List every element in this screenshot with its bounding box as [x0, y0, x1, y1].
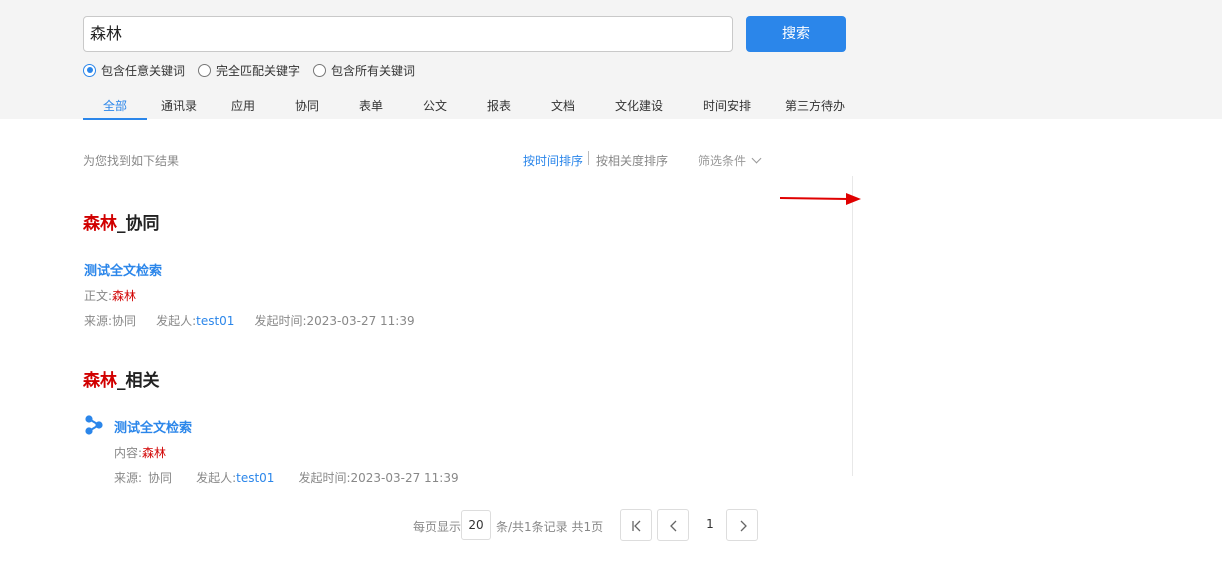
initiator-value[interactable]: test01 [236, 471, 274, 485]
tab-documents[interactable]: 文档 [531, 94, 595, 120]
section-keyword: 森林 [83, 214, 117, 234]
result-meta-line: 来源:协同 发起人:test01 发起时间:2023-03-27 11:39 [84, 312, 415, 329]
time-label: 发起时间: [298, 471, 351, 485]
workflow-icon [85, 415, 103, 435]
first-page-icon [632, 520, 641, 532]
annotation-arrow-icon [780, 193, 861, 205]
source-value: 协同 [112, 314, 137, 328]
search-input[interactable]: 森林 [83, 16, 733, 52]
tab-forms[interactable]: 表单 [339, 94, 403, 120]
tab-reports[interactable]: 报表 [467, 94, 531, 120]
radio-unchecked-icon [313, 63, 327, 77]
per-page-label: 每页显示 [413, 520, 462, 534]
content-label: 内容: [114, 446, 143, 460]
next-page-button[interactable] [726, 509, 758, 541]
section-title-related: 森林_相关 [83, 366, 160, 391]
source-label: 来源: [84, 314, 113, 328]
section-suffix: _相关 [117, 371, 160, 391]
sort-by-time-link[interactable]: 按时间排序 [523, 152, 583, 169]
result-meta-line: 来源: 协同 发起人:test01 发起时间:2023-03-27 11:39 [114, 469, 459, 486]
filter-dropdown[interactable]: 筛选条件 [698, 152, 762, 169]
current-page-number[interactable]: 1 [700, 517, 720, 531]
match-all-radio[interactable]: 包含所有关键词 [313, 62, 415, 79]
tab-schedule[interactable]: 时间安排 [683, 94, 771, 120]
tab-third-party-todo[interactable]: 第三方待办 [771, 94, 859, 120]
results-side-divider [852, 176, 853, 476]
filter-label: 筛选条件 [698, 154, 747, 168]
result-title-link[interactable]: 测试全文检索 [114, 417, 192, 436]
body-keyword: 森林 [112, 289, 137, 303]
radio-checked-icon [83, 63, 96, 77]
pagination-summary: 条/共1条记录 共1页 [496, 520, 604, 534]
tab-all[interactable]: 全部 [83, 94, 147, 120]
match-exact-radio[interactable]: 完全匹配关键字 [198, 62, 300, 79]
tab-apps[interactable]: 应用 [211, 94, 275, 120]
time-value: 2023-03-27 11:39 [306, 314, 415, 328]
chevron-left-icon [670, 520, 677, 532]
chevron-right-icon [740, 520, 747, 532]
match-options: 包含任意关键词 完全匹配关键字 包含所有关键词 [83, 62, 428, 78]
section-title-collaboration: 森林_协同 [83, 209, 160, 234]
match-any-radio[interactable]: 包含任意关键词 [83, 62, 185, 79]
tab-contacts[interactable]: 通讯录 [147, 94, 211, 120]
chevron-down-icon [751, 153, 762, 164]
initiator-value[interactable]: test01 [196, 314, 234, 328]
time-value: 2023-03-27 11:39 [350, 471, 459, 485]
result-title-link[interactable]: 测试全文检索 [84, 260, 162, 279]
content-keyword: 森林 [142, 446, 167, 460]
result-body-line: 内容:森林 [114, 444, 166, 461]
section-keyword: 森林 [83, 371, 117, 391]
match-all-label: 包含所有关键词 [331, 63, 416, 78]
tab-culture[interactable]: 文化建设 [595, 94, 683, 120]
sort-by-relevance-link[interactable]: 按相关度排序 [596, 152, 668, 169]
category-tabs: 全部 通讯录 应用 协同 表单 公文 报表 文档 文化建设 时间安排 第三方待办 [83, 94, 859, 120]
radio-unchecked-icon [198, 63, 212, 77]
initiator-label: 发起人: [156, 314, 197, 328]
page-size-input[interactable]: 20 [461, 510, 491, 540]
section-suffix: _协同 [117, 214, 160, 234]
tab-collaboration[interactable]: 协同 [275, 94, 339, 120]
initiator-label: 发起人: [196, 471, 237, 485]
sort-divider [588, 151, 589, 165]
tab-official-docs[interactable]: 公文 [403, 94, 467, 120]
match-any-label: 包含任意关键词 [101, 63, 186, 78]
match-exact-label: 完全匹配关键字 [216, 63, 301, 78]
time-label: 发起时间: [254, 314, 307, 328]
prev-page-button[interactable] [657, 509, 689, 541]
source-value: 协同 [148, 471, 173, 485]
body-label: 正文: [84, 289, 113, 303]
results-found-text: 为您找到如下结果 [83, 154, 180, 168]
source-label: 来源: [114, 471, 143, 485]
result-body-line: 正文:森林 [84, 287, 136, 304]
search-button[interactable]: 搜索 [746, 16, 846, 52]
first-page-button[interactable] [620, 509, 652, 541]
